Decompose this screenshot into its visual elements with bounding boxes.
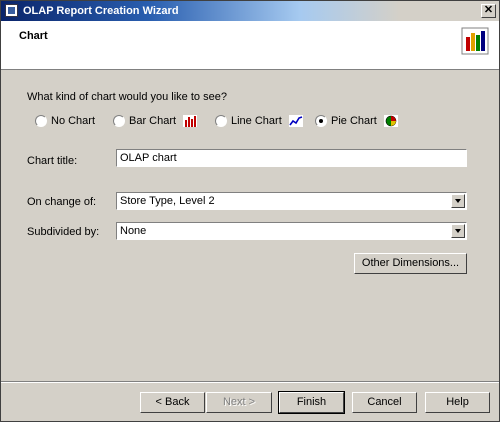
cancel-button[interactable]: Cancel [352,392,417,413]
bar-chart-icon [183,115,198,127]
subdivided-by-select[interactable]: None [116,222,467,240]
chart-title-label: Chart title: [27,155,78,167]
wizard-body: What kind of chart would you like to see… [1,71,499,381]
on-change-of-select[interactable]: Store Type, Level 2 [116,192,467,210]
help-button[interactable]: Help [425,392,490,413]
chart-type-question: What kind of chart would you like to see… [27,91,227,103]
close-button[interactable]: ✕ [481,4,496,18]
on-change-of-label: On change of: [27,196,97,208]
window-title: OLAP Report Creation Wizard [23,5,179,17]
wizard-window: OLAP Report Creation Wizard ✕ Chart What… [0,0,500,422]
subdivided-by-value: None [120,225,147,237]
radio-label: Bar Chart [129,115,177,127]
back-button[interactable]: < Back [140,392,205,413]
radio-label: Line Chart [231,115,282,127]
footer-divider [1,381,499,383]
radio-label: No Chart [51,115,96,127]
radio-pie-chart[interactable]: Pie Chart [315,115,398,127]
title-bar[interactable]: OLAP Report Creation Wizard ✕ [1,1,499,21]
chevron-down-icon[interactable] [451,224,465,238]
other-dimensions-button[interactable]: Other Dimensions... [354,253,467,274]
chevron-down-icon[interactable] [451,194,465,208]
radio-label: Pie Chart [331,115,377,127]
pie-chart-icon [383,115,398,127]
subdivided-by-label: Subdivided by: [27,226,100,238]
books-chart-icon [461,27,489,55]
radio-indicator[interactable] [315,115,327,127]
radio-line-chart[interactable]: Line Chart [215,115,303,127]
next-button[interactable]: Next > [206,392,272,413]
radio-indicator[interactable] [113,115,125,127]
radio-no-chart[interactable]: No Chart [35,115,95,127]
page-title: Chart [19,30,48,42]
radio-indicator[interactable] [35,115,47,127]
app-icon [5,4,18,17]
finish-button[interactable]: Finish [278,391,345,414]
radio-indicator[interactable] [215,115,227,127]
on-change-of-value: Store Type, Level 2 [120,195,215,207]
wizard-header: Chart [1,21,499,70]
radio-bar-chart[interactable]: Bar Chart [113,115,198,127]
line-chart-icon [288,115,303,127]
chart-title-input[interactable]: OLAP chart [116,149,467,167]
